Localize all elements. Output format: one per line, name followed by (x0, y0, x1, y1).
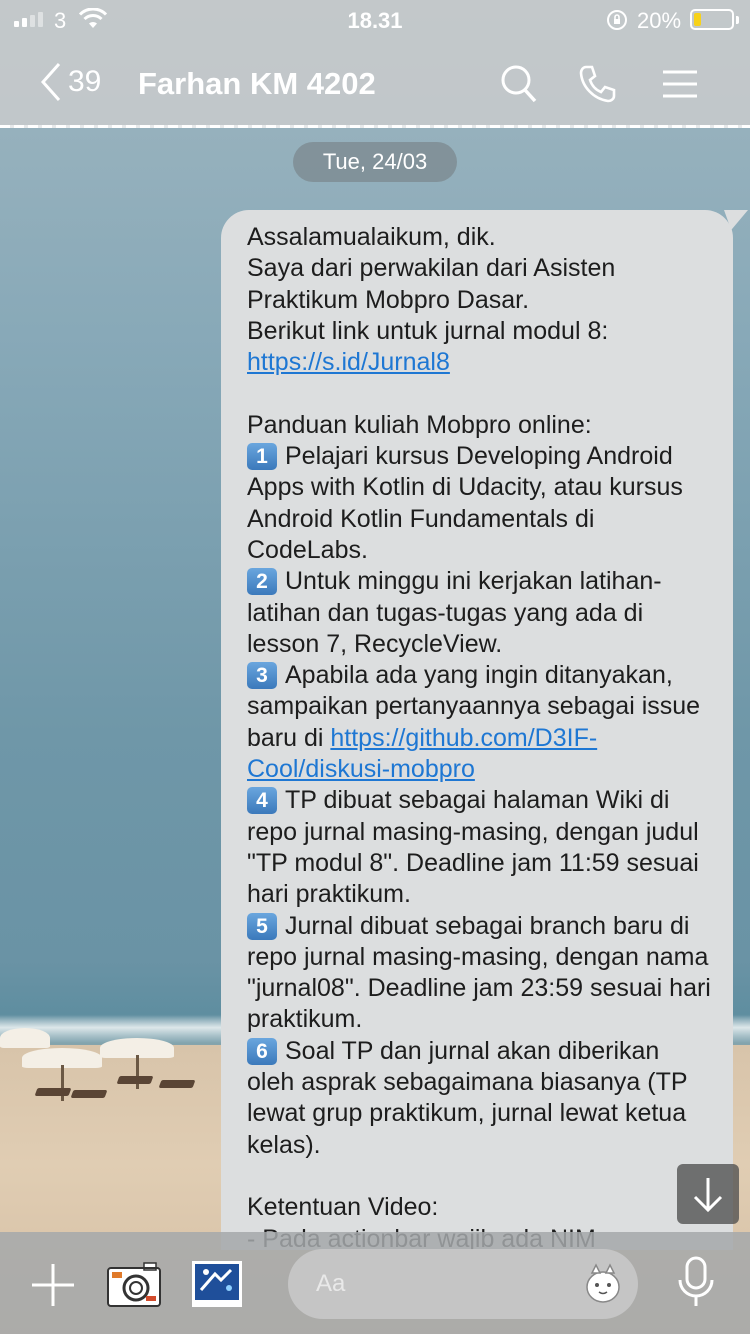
message-bubble[interactable]: Assalamualaikum, dik. Saya dari perwakil… (221, 210, 733, 1250)
search-icon[interactable] (500, 64, 538, 109)
battery-tip (736, 16, 739, 24)
jurnal-link[interactable]: https://s.id/Jurnal8 (247, 348, 450, 376)
list-item: 5 Jurnal dibuat sebagai branch baru di re… (247, 911, 713, 1036)
video-title: Ketentuan Video: (247, 1193, 439, 1222)
list-item-text: Untuk minggu ini kerjakan latihan-latiha… (247, 567, 662, 658)
nav-bar: 39 Farhan KM 4202 (0, 52, 750, 116)
list-item: 1 Pelajari kursus Developing Android Apps… (247, 441, 713, 566)
list-item: 3 Apabila ada yang ingin ditanyakan, samp… (247, 660, 713, 785)
input-bar (0, 1232, 750, 1334)
message-input[interactable] (316, 1267, 576, 1301)
gallery-icon[interactable] (191, 1260, 243, 1313)
menu-icon[interactable] (662, 64, 698, 109)
rotation-lock-icon (605, 8, 629, 38)
beach-lounger (158, 1080, 196, 1088)
battery-level (694, 13, 701, 26)
microphone-icon[interactable] (676, 1256, 716, 1315)
guide-title: Panduan kuliah Mobpro online: (247, 410, 592, 439)
keycap-6-icon: 6 (247, 1037, 277, 1065)
beach-lounger (116, 1076, 154, 1084)
message-greeting: Assalamualaikum, dik. (247, 223, 496, 251)
keycap-5-icon: 5 (247, 912, 277, 940)
beach-lounger (70, 1090, 108, 1098)
battery-icon (690, 9, 734, 30)
date-separator: Tue, 24/03 (293, 142, 457, 182)
list-item-text: Pelajari kursus Developing Android Apps … (247, 442, 683, 564)
camera-icon[interactable] (106, 1260, 162, 1313)
plus-icon[interactable] (30, 1262, 76, 1313)
back-button[interactable]: 39 (40, 62, 101, 102)
unread-count: 39 (68, 65, 102, 98)
message-link-intro: Berikut link untuk jurnal modul 8: (247, 316, 609, 345)
status-bar: 3 18.31 20% (0, 0, 750, 40)
battery-percent: 20% (637, 8, 682, 33)
beach-lounger (34, 1088, 72, 1096)
chat-header: 3 18.31 20% 39 Farhan KM 4202 (0, 0, 750, 128)
keycap-3-icon: 3 (247, 662, 277, 690)
keycap-1-icon: 1 (247, 443, 277, 471)
list-item-text: Jurnal dibuat sebagai branch baru di rep… (247, 911, 711, 1034)
phone-icon[interactable] (578, 64, 616, 109)
sticker-icon[interactable] (582, 1263, 624, 1310)
scroll-to-bottom-button[interactable] (677, 1164, 739, 1224)
list-item: 6 Soal TP dan jurnal akan diberikan oleh … (247, 1036, 713, 1161)
arrow-down-icon (693, 1178, 723, 1213)
list-item-text: TP dibuat sebagai halaman Wiki di repo j… (247, 786, 699, 909)
chat-title[interactable]: Farhan KM 4202 (138, 66, 376, 102)
keycap-4-icon: 4 (247, 787, 277, 815)
list-item: 2 Untuk minggu ini kerjakan latihan-latih… (247, 566, 713, 660)
message-text: Assalamualaikum, dik. Saya dari perwakil… (247, 222, 713, 1250)
list-item: 4 TP dibuat sebagai halaman Wiki di repo … (247, 785, 713, 910)
list-item-text: Soal TP dan jurnal akan diberikan oleh a… (247, 1036, 688, 1159)
message-intro: Saya dari perwakilan dari Asisten Prakti… (247, 254, 616, 314)
message-input-field[interactable] (288, 1249, 638, 1319)
beach-umbrella (0, 1028, 50, 1048)
chevron-left-icon (40, 63, 61, 101)
keycap-2-icon: 2 (247, 568, 277, 596)
